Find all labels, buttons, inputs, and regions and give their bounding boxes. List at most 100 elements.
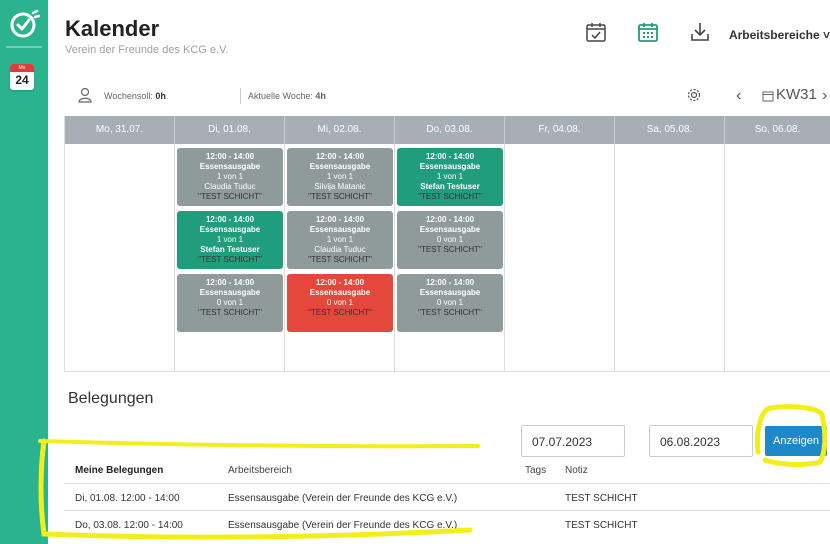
shift-note: "TEST SCHICHT" [308, 308, 372, 317]
shift-note: "TEST SCHICHT" [198, 308, 262, 317]
next-week-button[interactable]: › [822, 87, 827, 105]
day-header: Do, 03.08. [395, 116, 505, 144]
week-calendar-icon [762, 91, 774, 102]
day-column[interactable] [505, 144, 615, 372]
shift-time: 12:00 - 14:00 [205, 152, 255, 161]
shift-title: Essensausgabe [419, 288, 481, 297]
shift-note: "TEST SCHICHT" [198, 192, 262, 201]
date-to-input[interactable]: 06.08.2023 [649, 425, 753, 457]
shift-card[interactable]: 12:00 - 14:00 Essensausgabe 0 von 1 "TEST S… [177, 274, 283, 332]
shift-title: Essensausgabe [419, 225, 481, 234]
shift-card[interactable]: 12:00 - 14:00 Essensausgabe 0 von 1 "TEST S… [287, 274, 393, 332]
shift-note: "TEST SCHICHT" [308, 255, 372, 264]
calendar-toolbar: Wochensoll: 0h Aktuelle Woche: 4h ‹ KW31… [64, 82, 830, 112]
shift-title: Essensausgabe [419, 162, 481, 171]
row-2-note: TEST SCHICHT [565, 520, 638, 531]
row-divider [64, 483, 830, 484]
shift-title: Essensausgabe [309, 225, 371, 234]
column-header-tags: Tags [525, 465, 547, 476]
app: Mo 24 Kalender Verein der Freunde des KC… [0, 0, 830, 544]
sidebar-calendar-button[interactable]: Mo 24 [10, 64, 34, 90]
row-2-area: Essensausgabe (Verein der Freunde des KC… [228, 520, 458, 531]
row-2-date: Do, 03.08. 12:00 - 14:00 [75, 520, 183, 531]
shift-time: 12:00 - 14:00 [425, 152, 475, 161]
app-logo-icon[interactable] [8, 8, 40, 40]
shift-card[interactable]: 12:00 - 14:00 Essensausgabe 0 von 1 "TEST S… [397, 274, 503, 332]
gear-icon[interactable] [686, 87, 702, 103]
shift-note: "TEST SCHICHT" [198, 255, 262, 264]
header: Kalender Verein der Freunde des KCG e.V.… [48, 0, 830, 70]
column-header-meine-belegungen: Meine Belegungen [75, 465, 164, 476]
shift-time: 12:00 - 14:00 [315, 152, 365, 161]
shift-time: 12:00 - 14:00 [425, 278, 475, 287]
shift-count: 1 von 1 [326, 172, 354, 181]
calendar-grid-icon[interactable] [636, 20, 660, 44]
day-column[interactable] [65, 144, 175, 372]
shift-title: Essensausgabe [199, 162, 261, 171]
divider [240, 88, 241, 104]
shift-person: Claudia Tuduc [314, 245, 366, 254]
shift-card[interactable]: 12:00 - 14:00 Essensausgabe 1 von 1 Stefan … [397, 148, 503, 206]
shift-title: Essensausgabe [309, 162, 371, 171]
anzeigen-button[interactable]: Anzeigen [765, 426, 827, 456]
day-header: Di, 01.08. [175, 116, 285, 144]
day-header: Mo, 31.07. [65, 116, 175, 144]
shift-time: 12:00 - 14:00 [315, 215, 365, 224]
shift-count: 0 von 1 [436, 298, 464, 307]
shift-time: 12:00 - 14:00 [205, 278, 255, 287]
shift-card[interactable]: 12:00 - 14:00 Essensausgabe 1 von 1 Claudia… [177, 148, 283, 206]
shift-time: 12:00 - 14:00 [425, 215, 475, 224]
shift-person: Stefan Testuser [420, 182, 480, 191]
day-column[interactable] [725, 144, 830, 372]
shift-count: 0 von 1 [326, 298, 354, 307]
shift-person: Silvija Matanic [314, 182, 366, 191]
user-icon [78, 87, 92, 103]
shift-count: 1 von 1 [216, 172, 244, 181]
row-1-date: Di, 01.08. 12:00 - 14:00 [75, 493, 180, 504]
belegungen-title: Belegungen [68, 390, 154, 407]
date-from-input[interactable]: 07.07.2023 [521, 425, 625, 457]
aktuelle-woche-value: 4h [315, 91, 326, 101]
shift-note: "TEST SCHICHT" [308, 192, 372, 201]
shift-card[interactable]: 12:00 - 14:00 Essensausgabe 1 von 1 Silvija… [287, 148, 393, 206]
wochensoll: Wochensoll: 0h [104, 91, 166, 101]
day-header: Fr, 04.08. [505, 116, 615, 144]
aktuelle-woche: Aktuelle Woche: 4h [248, 91, 326, 101]
wochensoll-value: 0h [155, 91, 166, 101]
page-title: Kalender [65, 16, 160, 41]
shift-count: 0 von 1 [216, 298, 244, 307]
shift-card[interactable]: 12:00 - 14:00 Essensausgabe 0 von 1 "TEST S… [397, 211, 503, 269]
shift-title: Essensausgabe [199, 225, 261, 234]
sidebar-divider [6, 46, 42, 48]
shift-person: Claudia Tuduc [204, 182, 256, 191]
calendar-badge-month: Mo [10, 64, 34, 72]
shift-note: "TEST SCHICHT" [418, 245, 482, 254]
shift-time: 12:00 - 14:00 [205, 215, 255, 224]
day-column[interactable] [615, 144, 725, 372]
shift-count: 1 von 1 [216, 235, 244, 244]
column-header-arbeitsbereich: Arbeitsbereich [228, 465, 292, 476]
shift-count: 1 von 1 [436, 172, 464, 181]
column-header-notiz: Notiz [565, 465, 588, 476]
wochensoll-label: Wochensoll: [104, 91, 156, 101]
shift-note: "TEST SCHICHT" [418, 192, 482, 201]
row-1-note: TEST SCHICHT [565, 493, 638, 504]
week-calendar: Mo, 31.07. Di, 01.08. Mi, 02.08. Do, 03.08.… [64, 116, 830, 372]
prev-week-button[interactable]: ‹ [736, 87, 741, 105]
shift-card[interactable]: 12:00 - 14:00 Essensausgabe 1 von 1 Stefan … [177, 211, 283, 269]
shift-note: "TEST SCHICHT" [418, 308, 482, 317]
shift-title: Essensausgabe [309, 288, 371, 297]
download-icon[interactable] [688, 20, 712, 44]
week-label[interactable]: KW31 [776, 86, 817, 103]
calendar-check-icon[interactable] [584, 20, 608, 44]
shift-card[interactable]: 12:00 - 14:00 Essensausgabe 1 von 1 Claudia… [287, 211, 393, 269]
row-1-area: Essensausgabe (Verein der Freunde des KC… [228, 493, 458, 504]
shift-time: 12:00 - 14:00 [315, 278, 365, 287]
row-divider [64, 510, 830, 511]
shift-title: Essensausgabe [199, 288, 261, 297]
day-header: So, 06.08. [725, 116, 830, 144]
day-header: Mi, 02.08. [285, 116, 395, 144]
aktuelle-woche-label: Aktuelle Woche: [248, 91, 316, 101]
shift-count: 0 von 1 [436, 235, 464, 244]
workspace-dropdown[interactable]: Arbeitsbereiche ˅ [729, 28, 830, 42]
